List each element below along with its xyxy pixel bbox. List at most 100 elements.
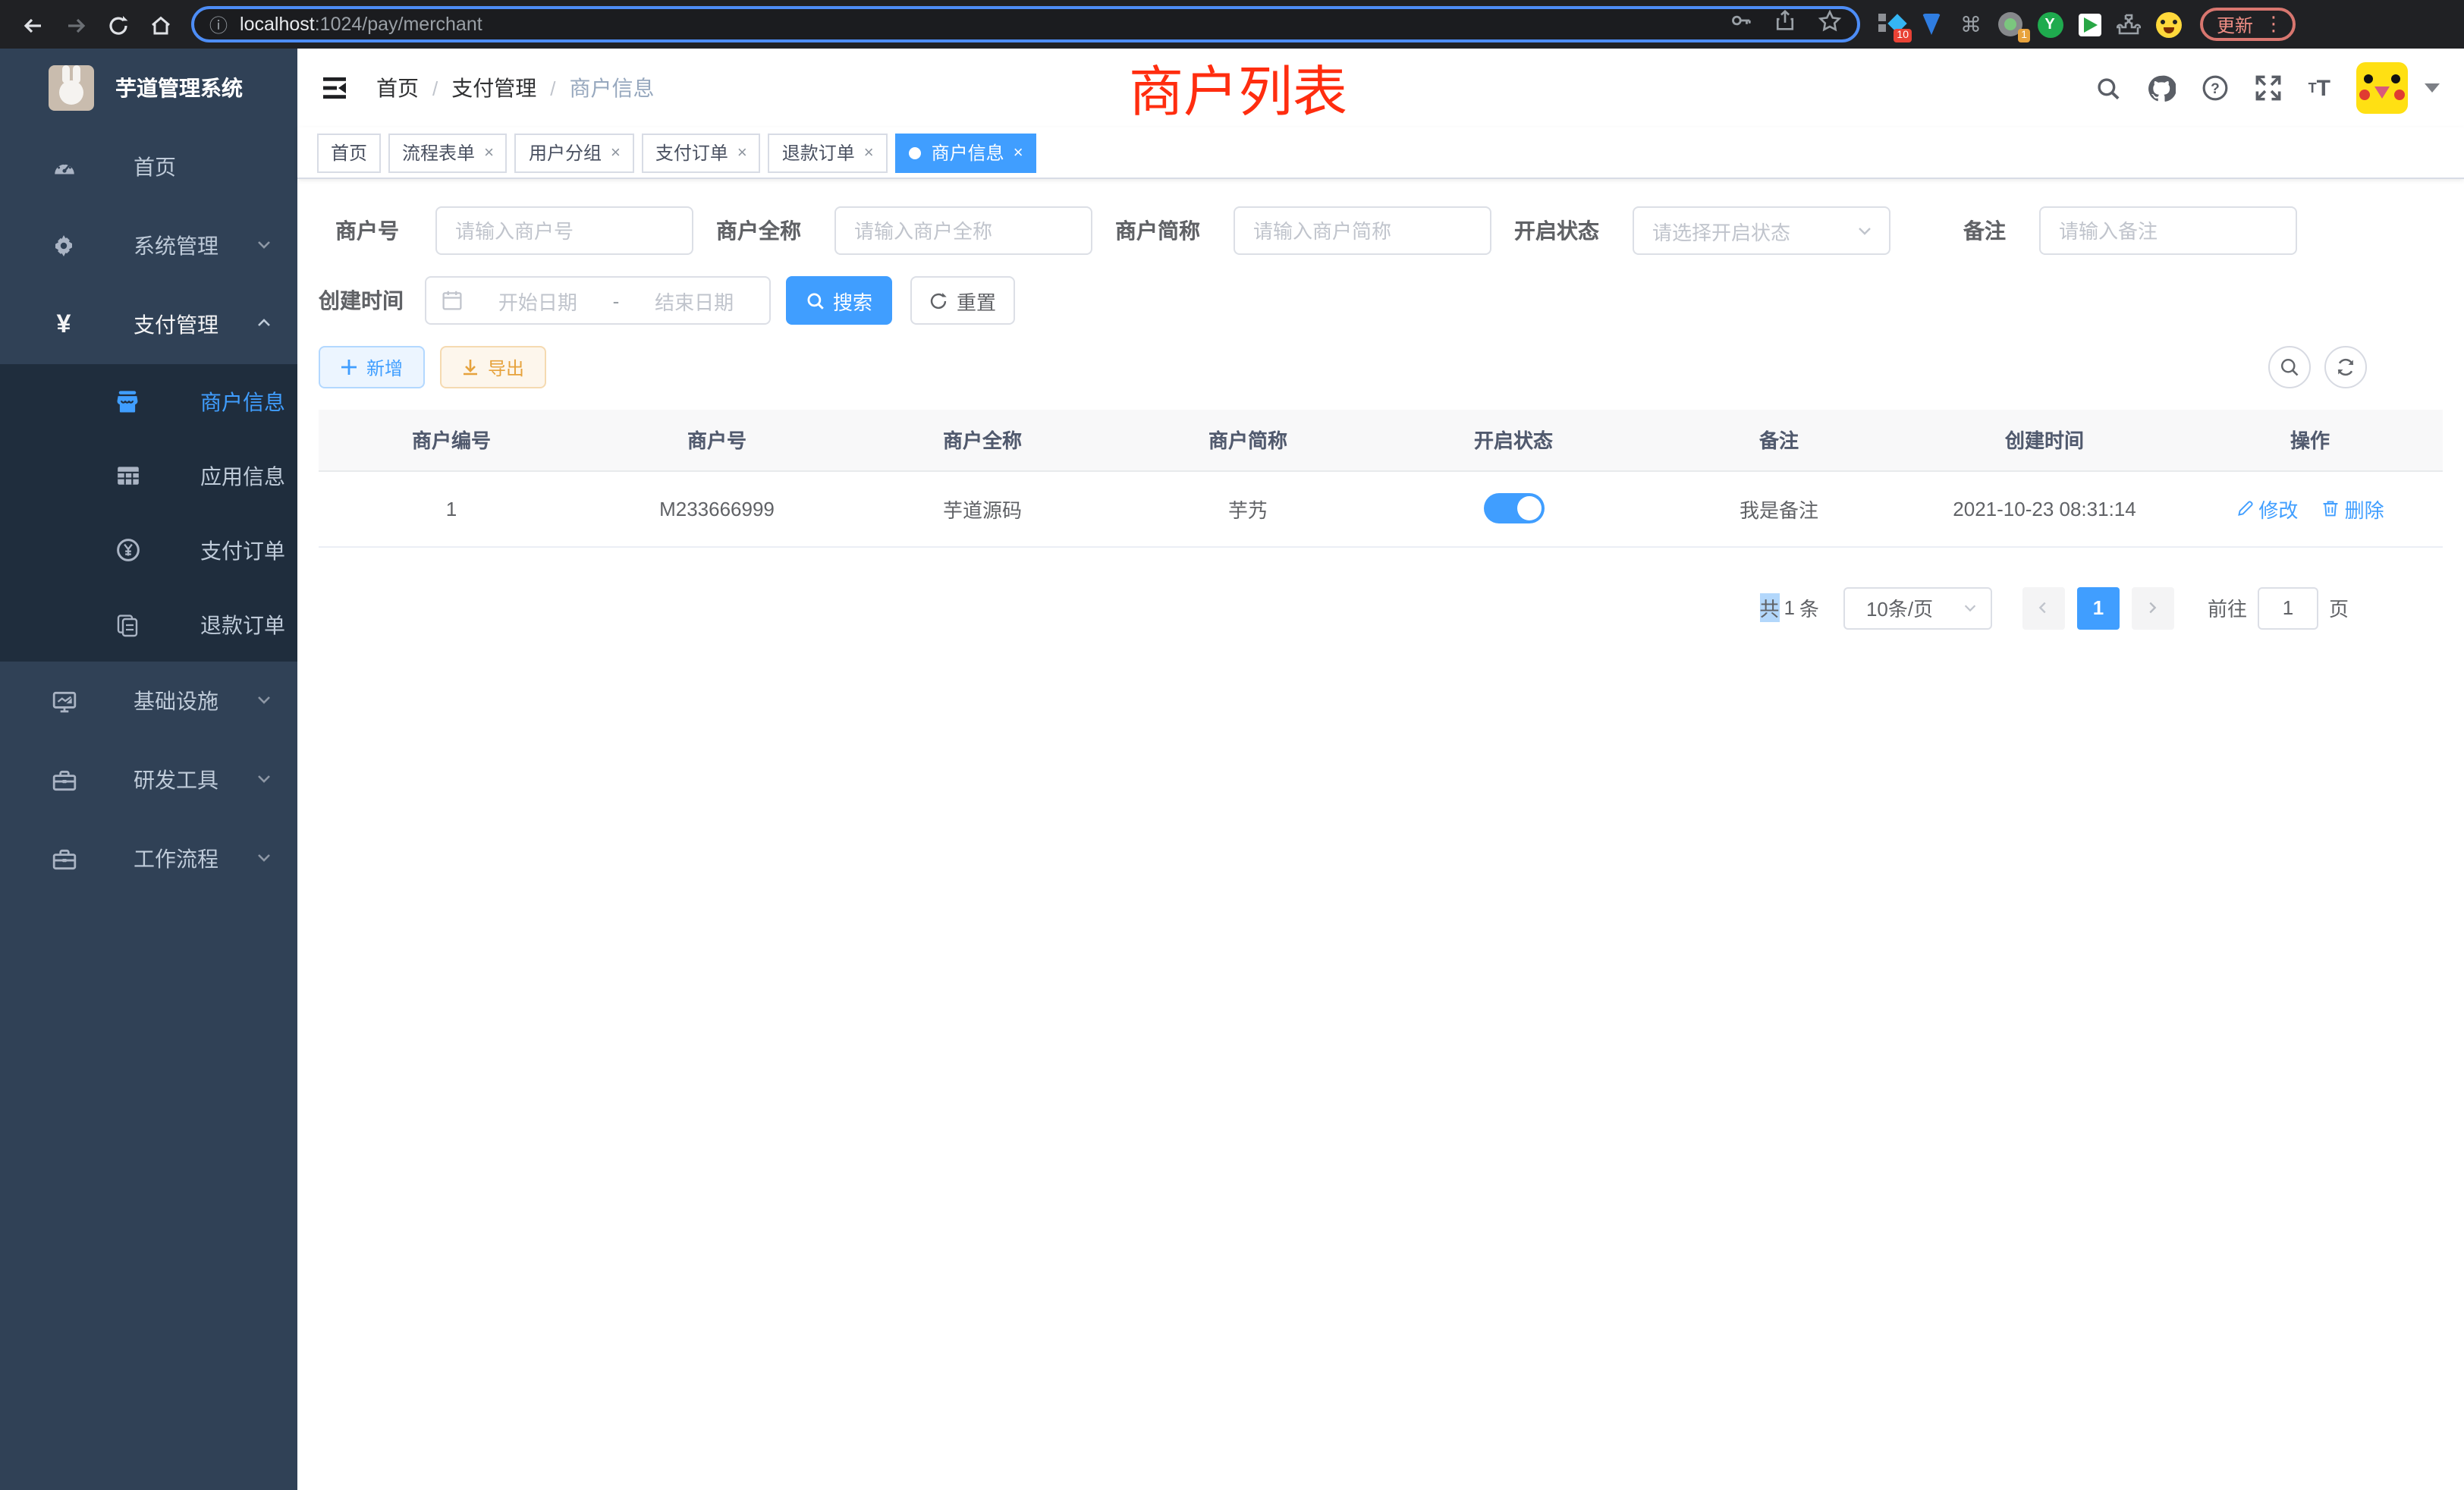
extension-devtools-icon[interactable]: 10 (1878, 11, 1906, 38)
chevron-down-icon (255, 689, 273, 713)
col-short-name: 商户简称 (1115, 410, 1381, 470)
header-search-icon[interactable] (2096, 75, 2122, 101)
full-name-input[interactable] (834, 206, 1092, 255)
browser-refresh-icon[interactable] (97, 11, 140, 37)
sidebar-item-infrastructure[interactable]: 基础设施 (0, 662, 297, 740)
tab-pay-order[interactable]: 支付订单× (642, 133, 761, 172)
goto-page-input[interactable] (2258, 586, 2318, 629)
close-icon[interactable]: × (1014, 143, 1023, 162)
tab-refund-order[interactable]: 退款订单× (768, 133, 888, 172)
page-1-button[interactable]: 1 (2077, 586, 2120, 629)
url-bar[interactable]: ⓘ localhost :1024/pay/merchant (191, 6, 1860, 42)
svg-text:?: ? (2211, 81, 2220, 97)
goto-label: 前往 (2208, 593, 2247, 622)
tab-user-group[interactable]: 用户分组× (515, 133, 634, 172)
table-grid-icon (112, 463, 143, 489)
col-status: 开启状态 (1381, 410, 1646, 470)
sidebar-item-label: 工作流程 (134, 844, 218, 874)
top-navbar: 首页 / 支付管理 / 商户信息 ? (297, 49, 2464, 127)
prev-page-button[interactable] (2022, 586, 2065, 629)
next-page-button[interactable] (2132, 586, 2174, 629)
sidebar-item-merchant-info[interactable]: 商户信息 (0, 364, 297, 439)
sidebar-item-system[interactable]: 系统管理 (0, 206, 297, 285)
extensions-puzzle-icon[interactable] (2115, 11, 2142, 38)
fullscreen-icon[interactable] (2255, 74, 2283, 102)
chrome-menu-icon[interactable]: ⋮ (2264, 12, 2283, 36)
font-size-icon[interactable]: TT (2308, 75, 2330, 101)
chevron-down-icon (1856, 222, 1874, 240)
app-logo[interactable]: 芋道管理系统 (0, 49, 297, 127)
trash-icon (2322, 499, 2340, 517)
search-icon (2279, 357, 2300, 378)
search-button[interactable]: 搜索 (786, 276, 892, 325)
end-date-placeholder: 结束日期 (634, 286, 754, 315)
create-time-range-picker[interactable]: 开始日期 - 结束日期 (425, 276, 771, 325)
extension-gem-icon[interactable] (1918, 11, 1945, 38)
tab-home[interactable]: 首页 (317, 133, 381, 172)
add-button[interactable]: 新增 (319, 346, 425, 388)
close-icon[interactable]: × (737, 143, 747, 162)
col-merchant-id: 商户编号 (319, 410, 584, 470)
github-icon[interactable] (2148, 74, 2176, 102)
bookmark-star-icon[interactable] (1818, 8, 1842, 40)
close-icon[interactable]: × (864, 143, 874, 162)
page-info-icon[interactable]: ⓘ (209, 11, 228, 37)
chevron-down-icon (255, 847, 273, 871)
sidebar-collapse-icon[interactable] (322, 73, 352, 103)
remark-input[interactable] (2039, 206, 2297, 255)
status-select[interactable]: 请选择开启状态 (1633, 206, 1890, 255)
sidebar-item-workflow[interactable]: 工作流程 (0, 819, 297, 898)
merchant-no-label: 商户号 (319, 215, 399, 246)
col-merchant-no: 商户号 (584, 410, 850, 470)
status-toggle[interactable] (1483, 493, 1544, 523)
screen: ⓘ localhost :1024/pay/merchant 10 (0, 0, 2464, 1490)
tab-process-form[interactable]: 流程表单× (388, 133, 508, 172)
extension-y-icon[interactable]: Y (2036, 11, 2063, 38)
export-button[interactable]: 导出 (440, 346, 546, 388)
help-icon[interactable]: ? (2202, 74, 2230, 102)
user-avatar[interactable] (2356, 62, 2408, 114)
extension-emoji-icon[interactable] (2154, 11, 2182, 38)
page-size-select[interactable]: 10条/页 (1843, 586, 1992, 629)
cell-status (1381, 470, 1646, 546)
reset-button[interactable]: 重置 (910, 276, 1015, 325)
sidebar-item-label: 支付管理 (134, 310, 218, 340)
browser-back-icon[interactable] (12, 11, 55, 37)
logo-rabbit-image (49, 65, 94, 111)
share-icon[interactable] (1774, 9, 1796, 39)
browser-home-icon[interactable] (140, 11, 182, 37)
app-title: 芋道管理系统 (115, 73, 243, 103)
tab-merchant-info[interactable]: 商户信息× (895, 133, 1037, 172)
sidebar-item-app-info[interactable]: 应用信息 (0, 439, 297, 513)
plus-icon (341, 358, 359, 376)
sidebar-item-refund-orders[interactable]: 退款订单 (0, 587, 297, 662)
browser-chrome: ⓘ localhost :1024/pay/merchant 10 (0, 0, 2464, 49)
breadcrumb-payment[interactable]: 支付管理 (451, 73, 536, 103)
sidebar-item-home[interactable]: 首页 (0, 127, 297, 206)
delete-link[interactable]: 删除 (2322, 494, 2384, 523)
extension-doc-icon[interactable] (2076, 11, 2103, 38)
sidebar-item-pay-orders[interactable]: 支付订单 (0, 513, 297, 587)
breadcrumb-home[interactable]: 首页 (376, 73, 419, 103)
sidebar-item-dev-tools[interactable]: 研发工具 (0, 740, 297, 819)
show-search-toggle-button[interactable] (2268, 346, 2311, 388)
merchant-table: 商户编号 商户号 商户全称 商户简称 开启状态 备注 创建时间 操作 1 (319, 410, 2443, 547)
sidebar: 芋道管理系统 首页 系统管理 ¥ 支付管理 (0, 49, 297, 1490)
merchant-no-input[interactable] (435, 206, 693, 255)
browser-forward-icon[interactable] (55, 11, 97, 37)
annotation-title: 商户列表 (1129, 49, 1347, 127)
chevron-up-icon (255, 313, 273, 337)
extension-command-icon[interactable]: ⌘ (1957, 11, 1985, 38)
sidebar-item-payment[interactable]: ¥ 支付管理 (0, 285, 297, 364)
password-key-icon[interactable] (1730, 9, 1752, 39)
close-icon[interactable]: × (484, 143, 494, 162)
chrome-update-button[interactable]: 更新 ⋮ (2200, 8, 2296, 41)
refresh-table-button[interactable] (2324, 346, 2367, 388)
refresh-icon (2335, 357, 2356, 378)
close-icon[interactable]: × (611, 143, 621, 162)
short-name-input[interactable] (1234, 206, 1491, 255)
extension-recorder-icon[interactable]: 1 (1997, 11, 2024, 38)
avatar-caret-icon[interactable] (2425, 83, 2440, 93)
col-remark: 备注 (1646, 410, 1912, 470)
edit-link[interactable]: 修改 (2236, 494, 2298, 523)
